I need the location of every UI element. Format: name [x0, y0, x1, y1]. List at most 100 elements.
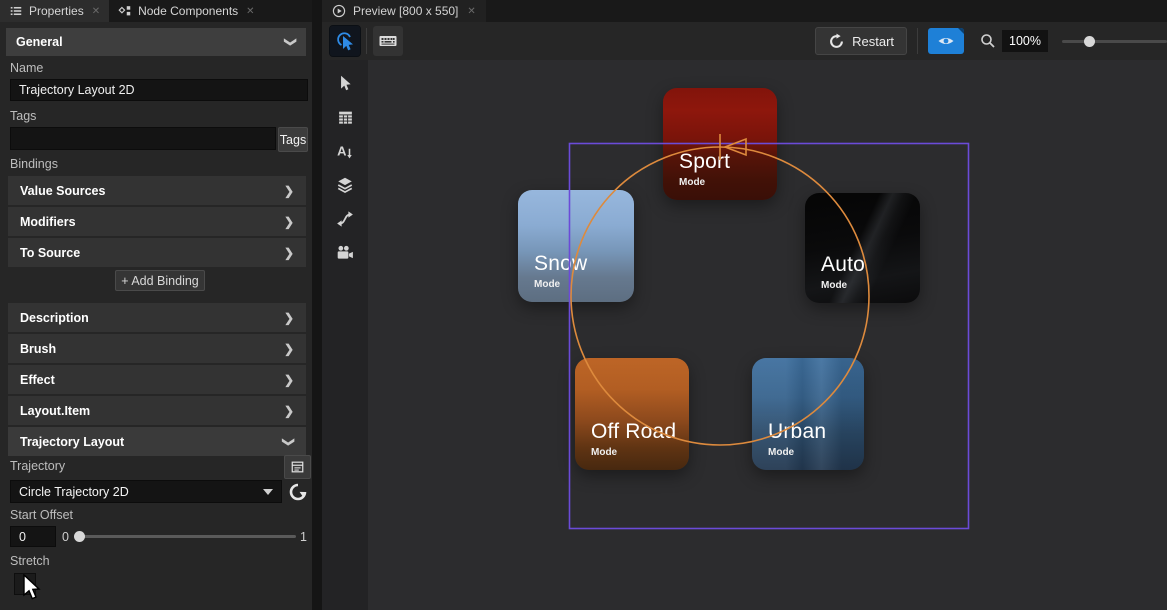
transition-tool-button[interactable]	[328, 202, 362, 236]
section-effect[interactable]: Effect ❯	[8, 365, 306, 394]
panel-divider[interactable]	[312, 0, 322, 610]
tab-properties-close-icon[interactable]: ✕	[92, 6, 100, 17]
tab-node-components[interactable]: Node Components ✕	[109, 0, 263, 22]
card-sport-subtitle: Mode	[679, 177, 730, 188]
keyboard-tool-button[interactable]	[373, 26, 403, 56]
dropdown-caret-icon	[263, 489, 273, 495]
zoom-magnifier-icon	[980, 33, 996, 49]
card-snow[interactable]: Snow Mode	[518, 190, 634, 302]
card-urban-title: Urban	[768, 421, 826, 443]
tab-node-components-close-icon[interactable]: ✕	[246, 6, 254, 17]
chevron-right-icon: ❯	[284, 246, 294, 260]
grid-tool-button[interactable]	[328, 100, 362, 134]
bindings-row-value-sources[interactable]: Value Sources ❯	[8, 176, 306, 205]
tab-preview-label: Preview [800 x 550]	[353, 4, 458, 18]
toolbar-separator	[366, 28, 367, 54]
trajectory-dropdown[interactable]: Circle Trajectory 2D	[10, 480, 282, 503]
node-components-icon	[118, 4, 132, 18]
card-urban[interactable]: Urban Mode	[752, 358, 864, 470]
tags-button[interactable]: Tags	[278, 127, 308, 152]
play-circle-icon	[332, 4, 346, 18]
tags-label: Tags	[10, 109, 36, 123]
name-input[interactable]	[10, 79, 308, 101]
keyboard-icon	[378, 31, 398, 51]
eye-icon	[937, 34, 955, 48]
restart-button[interactable]: Restart	[815, 27, 907, 55]
section-layout-item[interactable]: Layout.Item ❯	[8, 396, 306, 425]
card-off-road[interactable]: Off Road Mode	[575, 358, 689, 470]
chevron-right-icon: ❯	[284, 373, 294, 387]
preview-canvas[interactable]: Sport Mode Snow Mode Auto Mode Off Road …	[368, 60, 1167, 610]
zoom-value-box[interactable]: 100%	[1002, 30, 1048, 52]
start-offset-slider-handle[interactable]	[74, 531, 85, 542]
card-auto-title: Auto	[821, 254, 865, 276]
zoom-slider-track[interactable]	[1062, 40, 1167, 43]
card-sport-title: Sport	[679, 151, 730, 173]
modifiers-label: Modifiers	[20, 215, 76, 229]
chevron-right-icon: ❯	[284, 404, 294, 418]
chevron-right-icon: ❯	[284, 342, 294, 356]
trajectory-label: Trajectory	[10, 459, 65, 473]
card-auto-subtitle: Mode	[821, 280, 865, 291]
trajectory-layout-label: Trajectory Layout	[20, 435, 124, 449]
visibility-button[interactable]	[928, 28, 964, 54]
start-offset-input[interactable]	[10, 526, 56, 547]
add-binding-button[interactable]: + Add Binding	[115, 270, 205, 291]
trajectory-editor-button[interactable]	[284, 455, 311, 479]
trajectory-reset-button[interactable]	[286, 480, 309, 503]
bindings-row-modifiers[interactable]: Modifiers ❯	[8, 207, 306, 236]
start-offset-label: Start Offset	[10, 508, 73, 522]
layers-tool-button[interactable]	[328, 168, 362, 202]
card-snow-subtitle: Mode	[534, 279, 587, 290]
select-tool-button[interactable]	[328, 66, 362, 100]
properties-list-icon	[9, 4, 23, 18]
section-trajectory-layout[interactable]: Trajectory Layout ❯	[8, 427, 306, 456]
card-off-road-subtitle: Mode	[591, 447, 676, 458]
left-tab-bar: Properties ✕ Node Components ✕	[0, 0, 312, 22]
chevron-right-icon: ❯	[284, 215, 294, 229]
slider-min-label: 0	[62, 530, 69, 544]
text-tool-button[interactable]: A	[328, 134, 362, 168]
layout-item-label: Layout.Item	[20, 404, 90, 418]
value-sources-label: Value Sources	[20, 184, 105, 198]
curved-arrows-icon	[336, 210, 354, 228]
circular-arrow-icon	[288, 482, 308, 502]
zoom-value: 100%	[1009, 34, 1041, 48]
description-label: Description	[20, 311, 89, 325]
preview-toolbar: Restart 100%	[322, 22, 1167, 60]
section-general[interactable]: General ❯	[6, 28, 306, 56]
bindings-row-to-source[interactable]: To Source ❯	[8, 238, 306, 267]
section-brush[interactable]: Brush ❯	[8, 334, 306, 363]
camera-tool-button[interactable]	[328, 236, 362, 270]
slider-max-label: 1	[300, 530, 307, 544]
trajectory-dropdown-value: Circle Trajectory 2D	[19, 485, 129, 499]
chevron-right-icon: ❯	[284, 184, 294, 198]
preview-tab-bar: Preview [800 x 550] ✕	[322, 0, 1167, 22]
tags-input[interactable]	[10, 127, 276, 150]
preview-side-toolbar: A	[322, 60, 368, 610]
zoom-slider-handle[interactable]	[1084, 36, 1095, 47]
card-auto[interactable]: Auto Mode	[805, 193, 920, 303]
tags-button-label: Tags	[280, 133, 306, 147]
stretch-checkbox[interactable]	[14, 573, 36, 595]
interact-tool-button[interactable]	[330, 26, 360, 56]
pointer-icon	[336, 74, 354, 92]
interact-cursor-icon	[334, 30, 356, 52]
to-source-label: To Source	[20, 246, 80, 260]
card-snow-title: Snow	[534, 253, 587, 275]
tab-properties[interactable]: Properties ✕	[0, 0, 109, 22]
tab-preview-close-icon[interactable]: ✕	[467, 6, 475, 17]
restart-label: Restart	[852, 34, 894, 49]
card-sport[interactable]: Sport Mode	[663, 88, 777, 200]
stretch-label: Stretch	[10, 554, 50, 568]
text-anchor-icon: A	[336, 142, 354, 160]
chevron-down-icon: ❯	[284, 37, 298, 47]
start-offset-slider-track[interactable]	[78, 535, 296, 538]
card-off-road-title: Off Road	[591, 421, 676, 443]
video-camera-icon	[336, 244, 354, 262]
tab-preview[interactable]: Preview [800 x 550] ✕	[322, 0, 486, 22]
restart-icon	[828, 33, 845, 50]
section-description[interactable]: Description ❯	[8, 303, 306, 332]
brush-label: Brush	[20, 342, 56, 356]
effect-label: Effect	[20, 373, 55, 387]
